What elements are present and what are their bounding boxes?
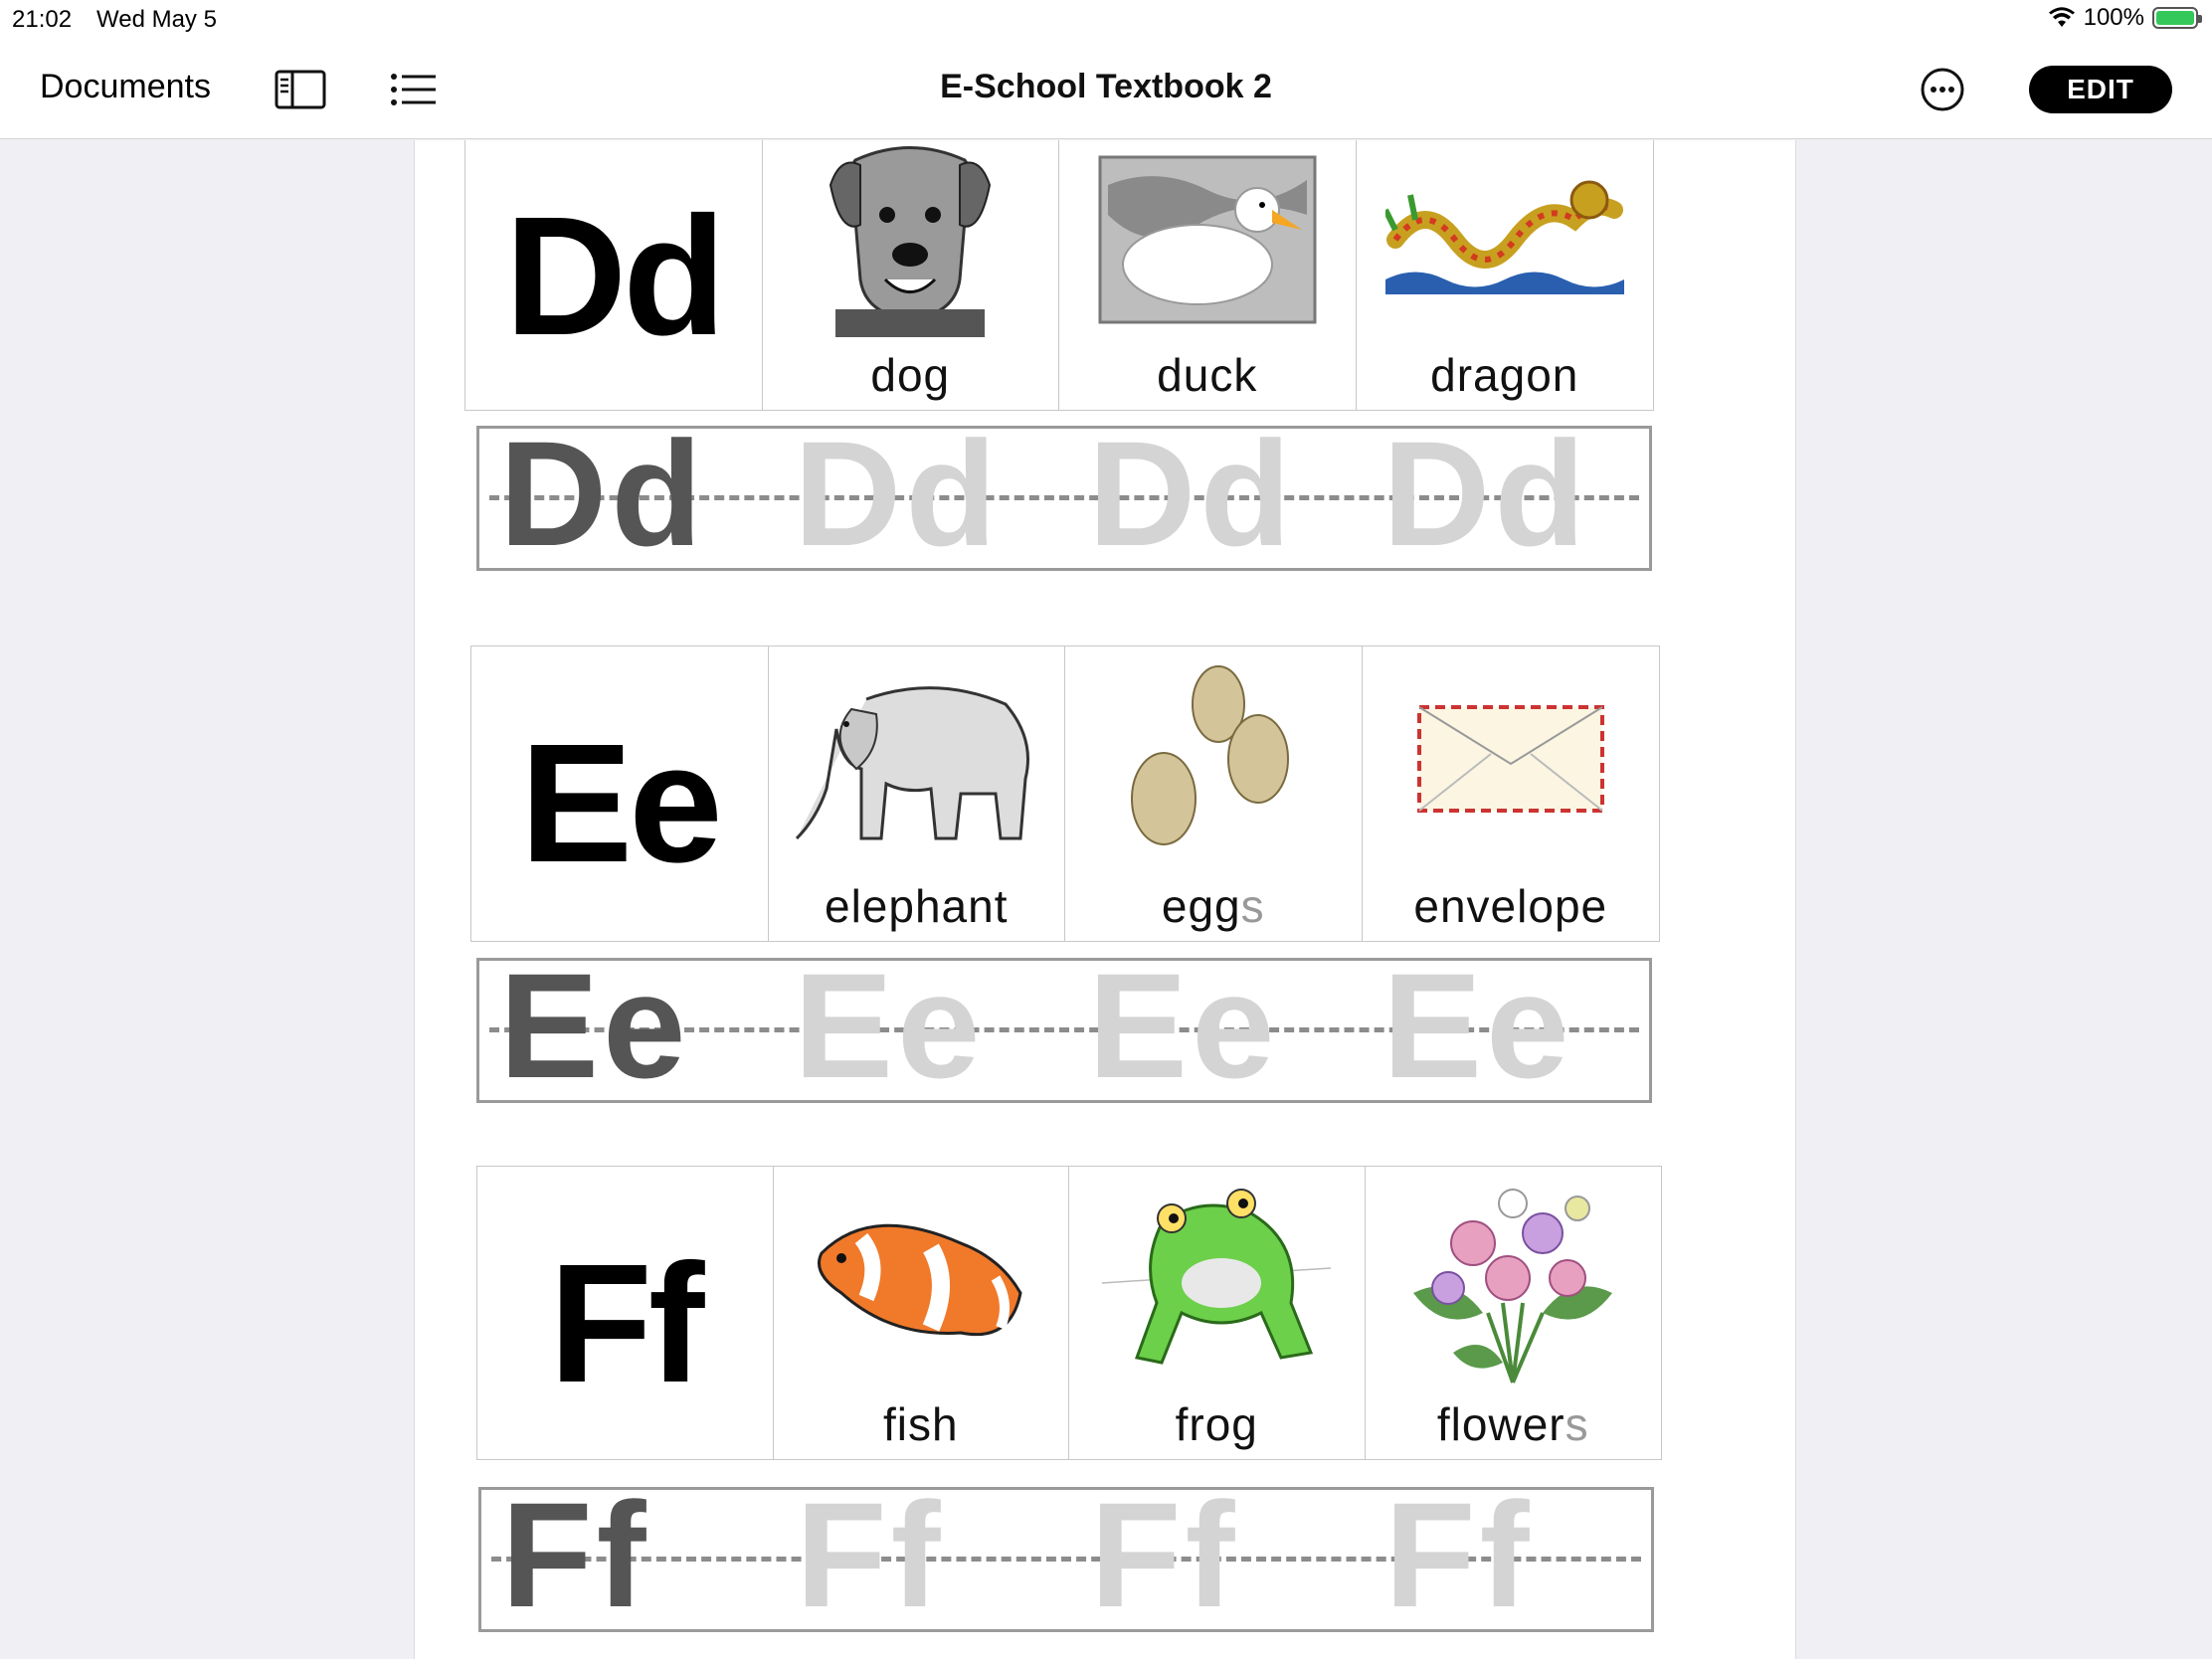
picture-cell-flowers: flowers (1366, 1167, 1662, 1459)
status-right: 100% (2048, 4, 2202, 32)
word-main: elephant (825, 880, 1009, 932)
letter-cell: Dd (465, 140, 763, 410)
picture-cell-envelope: envelope (1363, 646, 1660, 941)
word-frog: frog (1069, 1397, 1365, 1451)
picture-cell-frog: frog (1069, 1167, 1366, 1459)
word-main: envelope (1413, 880, 1608, 932)
eggs-picture (1130, 665, 1289, 845)
word-main: dog (870, 349, 951, 401)
trace-letters: Ff (1090, 1487, 1239, 1632)
word-fish: fish (774, 1397, 1069, 1451)
word-main: fish (882, 1398, 959, 1450)
word-main: flower (1436, 1398, 1566, 1450)
document-page[interactable]: Dd dog duck dragon Dd Dd Dd Dd Ee elepha… (414, 140, 1796, 1659)
letter-card-row-d: Dd dog duck dragon (464, 140, 1654, 411)
document-title: E-School Textbook 2 (940, 68, 1272, 105)
duck-picture (1098, 155, 1317, 324)
word-main: egg (1161, 880, 1241, 932)
status-time: 21:02 (12, 6, 73, 33)
trace-letters: Dd (1088, 426, 1295, 571)
word-flowers: flowers (1366, 1397, 1662, 1451)
trace-letters: Dd (499, 426, 706, 571)
status-bar: 21:02 Wed May 5 100% (0, 0, 2212, 40)
word-envelope: envelope (1363, 879, 1660, 933)
fish-picture (817, 1223, 1022, 1337)
trace-letters: Ff (796, 1487, 945, 1632)
word-main: dragon (1430, 349, 1579, 401)
word-dog: dog (763, 348, 1059, 402)
trace-letters: Dd (794, 426, 1001, 571)
trace-letters: Ff (501, 1487, 650, 1632)
picture-cell-duck: duck (1059, 140, 1357, 410)
word-elephant: elephant (769, 879, 1065, 933)
tracing-row-f[interactable]: Ff Ff Ff Ff (478, 1487, 1654, 1632)
picture-cell-eggs: eggs (1065, 646, 1363, 941)
big-letter-d: Dd (504, 182, 726, 371)
picture-cell-dragon: dragon (1357, 140, 1654, 410)
picture-cell-elephant: elephant (769, 646, 1065, 941)
letter-cell: Ff (477, 1167, 774, 1459)
picture-cell-dog: dog (763, 140, 1059, 410)
letter-cell: Ee (471, 646, 769, 941)
nav-bar: Documents E-School Textbook 2 EDIT (0, 40, 2212, 139)
status-date: Wed May 5 (96, 6, 217, 33)
trace-letters: Ee (1382, 958, 1573, 1103)
word-duck: duck (1059, 348, 1356, 402)
tracing-row-e[interactable]: Ee Ee Ee Ee (476, 958, 1652, 1103)
trace-letters: Ee (499, 958, 690, 1103)
word-main: frog (1175, 1398, 1258, 1450)
picture-cell-fish: fish (774, 1167, 1069, 1459)
wifi-icon (2048, 7, 2075, 27)
trace-letters: Dd (1382, 426, 1589, 571)
battery-percent: 100% (2083, 4, 2144, 31)
word-dragon: dragon (1357, 348, 1654, 402)
letter-card-row-f: Ff fish frog flowers (476, 1166, 1662, 1460)
word-faint: s (1565, 1398, 1589, 1450)
edit-button[interactable]: EDIT (2029, 66, 2172, 113)
elephant-picture (796, 686, 1030, 840)
envelope-picture (1416, 705, 1604, 813)
trace-letters: Ee (1088, 958, 1279, 1103)
trace-letters: Ee (794, 958, 985, 1103)
dog-picture (830, 146, 992, 337)
frog-picture (1102, 1189, 1332, 1365)
word-eggs: eggs (1065, 879, 1362, 933)
word-main: duck (1157, 349, 1258, 401)
more-icon[interactable] (1920, 67, 1965, 112)
dragon-picture (1384, 180, 1624, 294)
battery-icon (2152, 7, 2202, 29)
big-letter-e: Ee (519, 709, 723, 898)
big-letter-f: Ff (549, 1229, 704, 1418)
word-faint: s (1240, 880, 1265, 932)
tracing-row-d[interactable]: Dd Dd Dd Dd (476, 426, 1652, 571)
flowers-picture (1413, 1189, 1613, 1383)
letter-card-row-e: Ee elephant eggs envelope (470, 645, 1660, 942)
trace-letters: Ff (1384, 1487, 1534, 1632)
